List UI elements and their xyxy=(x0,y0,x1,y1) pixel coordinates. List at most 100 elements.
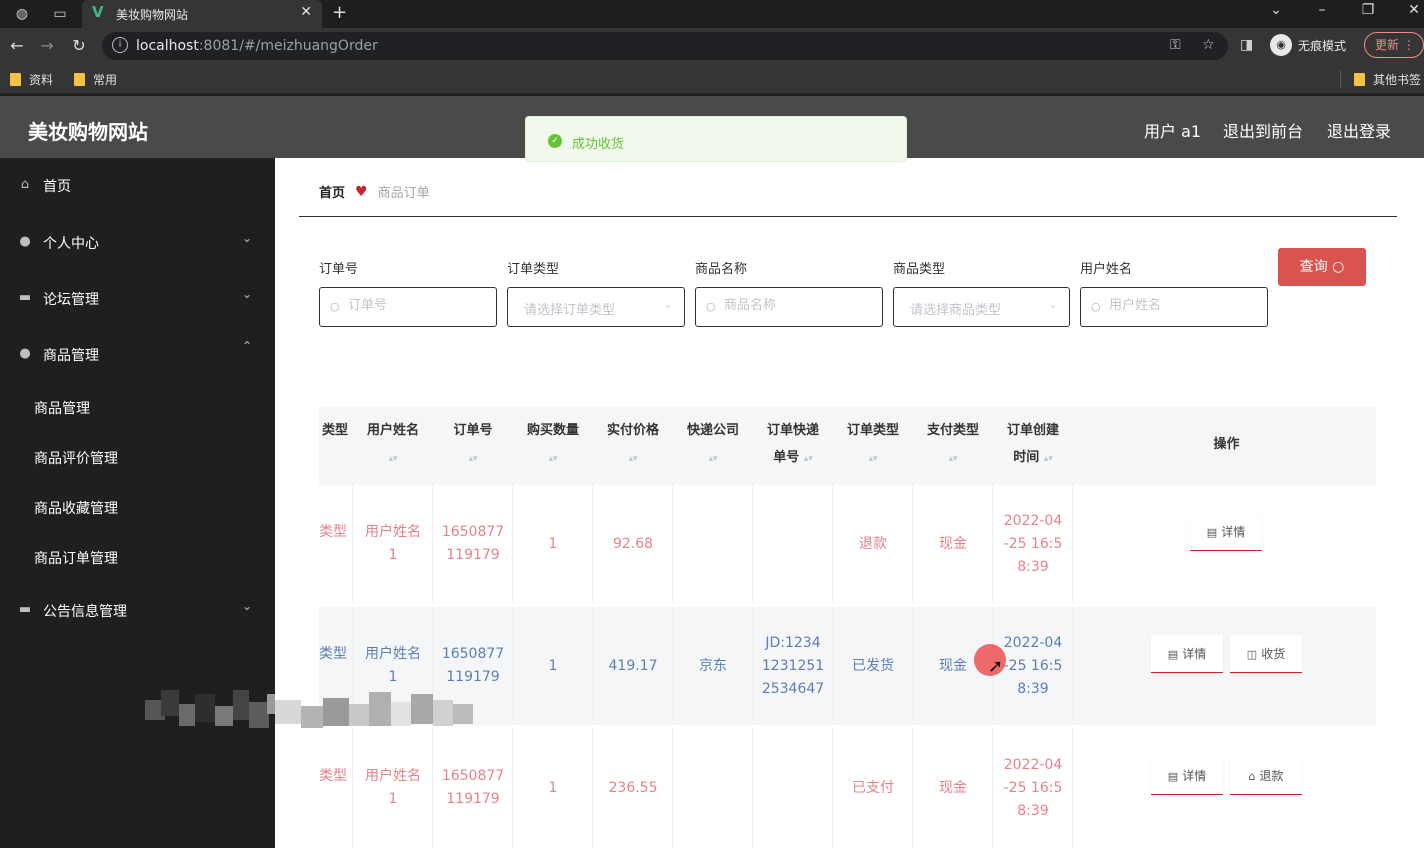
receive-button[interactable]: ◫ 收货 xyxy=(1230,635,1302,673)
success-check-icon: ✓ xyxy=(548,134,562,148)
main-content: 首页 ♥ 商品订单 订单号 ○ 订单类型 请选择订单类型 ⌄ 商品名称 ○ 商品… xyxy=(275,158,1424,848)
star-icon[interactable]: ☆ xyxy=(1202,37,1215,53)
th-courier[interactable]: 快递公司 ▴▾ xyxy=(674,417,752,473)
order-no-input[interactable] xyxy=(348,298,488,313)
detail-button[interactable]: ▤ 详情 xyxy=(1151,635,1223,673)
breadcrumb-home[interactable]: 首页 xyxy=(319,182,345,201)
close-window-icon[interactable]: ✕ xyxy=(1402,2,1424,18)
th-created[interactable]: 订单创建 时间 ▴▾ xyxy=(994,417,1072,473)
breadcrumb-current: 商品订单 xyxy=(377,186,430,201)
notice-icon: ▬ xyxy=(18,602,32,617)
home-icon: ⌂ xyxy=(20,177,30,192)
th-qty[interactable]: 购买数量 ▴▾ xyxy=(514,417,592,473)
cell-qty: 1 xyxy=(548,658,558,674)
goods-icon: ● xyxy=(19,346,31,361)
sidebar-item-personal[interactable]: ● 个人中心 ⌄ xyxy=(0,222,275,262)
user-icon: ● xyxy=(19,234,31,249)
cell-order-type: 已发货 xyxy=(852,658,894,674)
url-text[interactable]: localhost:8081/#/meizhuangOrder xyxy=(136,38,378,54)
sidebar-sub-orders[interactable]: 商品订单管理 xyxy=(34,548,118,568)
cell-user: 用户姓名 1 xyxy=(365,524,421,563)
cell-type: 类型 xyxy=(319,524,347,540)
th-pay-type[interactable]: 支付类型 ▴▾ xyxy=(914,417,992,473)
cell-order-type: 退款 xyxy=(859,536,887,552)
toast-message: 成功收货 xyxy=(572,137,625,152)
restore-icon[interactable]: ❐ xyxy=(1356,2,1380,18)
cell-tracking: JD:1234 1231251 2534647 xyxy=(761,635,825,697)
order-type-select[interactable]: 请选择订单类型 ⌄ xyxy=(507,287,685,327)
table-row: 类型 用户姓名 1 1650877 119179 1 236.55 已支付 现金 2… xyxy=(319,729,1376,847)
receive-icon: ◫ xyxy=(1246,648,1258,661)
sidebar-item-notice[interactable]: ▬ 公告信息管理 ⌄ xyxy=(0,590,275,630)
bookmark-folder[interactable]: 资料 xyxy=(10,71,53,88)
cell-qty: 1 xyxy=(548,780,558,796)
cell-pay-type: 现金 xyxy=(939,780,967,796)
info-icon[interactable]: i xyxy=(112,37,128,53)
window-icon[interactable]: ▭ xyxy=(50,4,70,24)
user-name-input[interactable] xyxy=(1109,298,1249,313)
chevron-down-icon: ⌄ xyxy=(242,287,253,301)
goods-type-select[interactable]: 请选择商品类型 ⌄ xyxy=(893,287,1070,327)
divider xyxy=(299,216,1397,217)
sidebar: ⌂ 首页 ● 个人中心 ⌄ ▬ 论坛管理 ⌄ ● 商品管理 ⌃ 商品管理 商品评… xyxy=(0,158,275,848)
key-icon[interactable]: ⚿ xyxy=(1170,37,1181,53)
th-tracking[interactable]: 订单快递 单号 ▴▾ xyxy=(754,417,832,473)
tab-title: 美妆购物网站 xyxy=(116,8,189,22)
back-icon[interactable]: ← xyxy=(6,36,28,55)
site-title: 美妆购物网站 xyxy=(28,120,148,144)
close-tab-icon[interactable]: ✕ xyxy=(300,4,312,20)
th-price[interactable]: 实付价格 ▴▾ xyxy=(594,417,672,473)
sidebar-sub-goods[interactable]: 商品管理 xyxy=(34,398,90,418)
th-order-no[interactable]: 订单号 ▴▾ xyxy=(434,417,512,473)
update-button[interactable]: 更新 ⋮ xyxy=(1364,32,1424,58)
cell-order-no: 1650877 119179 xyxy=(441,524,505,563)
globe-icon[interactable]: ◍ xyxy=(12,4,32,24)
minimize-icon[interactable]: – xyxy=(1310,2,1334,18)
logout-link[interactable]: 退出登录 xyxy=(1327,118,1391,142)
back-to-front-link[interactable]: 退出到前台 xyxy=(1223,118,1303,142)
success-toast: ✓ 成功收货 xyxy=(525,116,907,162)
sort-icon: ▴▾ xyxy=(548,454,558,464)
sidebar-item-forum[interactable]: ▬ 论坛管理 ⌄ xyxy=(0,278,275,318)
th-order-type[interactable]: 订单类型 ▴▾ xyxy=(834,417,912,473)
search-icon: ○ xyxy=(330,300,340,313)
document-icon: ▤ xyxy=(1206,526,1218,539)
browser-tab-active[interactable]: V 美妆购物网站 ✕ xyxy=(82,0,322,28)
cell-created: 2022-04 -25 16:5 8:39 xyxy=(1003,513,1063,575)
query-button[interactable]: 查询 ○ xyxy=(1278,248,1366,286)
cell-created: 2022-04 -25 16:5 8:39 xyxy=(1003,635,1063,697)
forward-icon[interactable]: → xyxy=(36,36,58,55)
search-icon: ○ xyxy=(1091,300,1101,313)
folder-icon xyxy=(1354,73,1365,86)
sidebar-item-goods[interactable]: ● 商品管理 ⌃ xyxy=(0,334,275,374)
tab-search-icon[interactable]: ⌄ xyxy=(1264,2,1288,18)
sidebar-sub-favorites[interactable]: 商品收藏管理 xyxy=(34,498,118,518)
reload-icon[interactable]: ↻ xyxy=(68,36,90,55)
incognito-icon: ◉ xyxy=(1270,34,1292,56)
th-user[interactable]: 用户姓名 ▴▾ xyxy=(354,417,432,473)
chevron-down-icon: ⌄ xyxy=(663,300,672,311)
sort-icon: ▴▾ xyxy=(628,454,638,464)
refund-button[interactable]: ⌂ 退款 xyxy=(1230,757,1302,795)
bookmarks-bar: 资料 常用 其他书签 xyxy=(0,64,1424,94)
new-tab-icon[interactable]: + xyxy=(332,2,347,23)
cell-user: 用户姓名 1 xyxy=(365,646,421,685)
detail-button[interactable]: ▤ 详情 xyxy=(1151,757,1223,795)
url-bar[interactable]: i localhost:8081/#/meizhuangOrder ⚿ ☆ xyxy=(102,32,1228,60)
table-row: 类型 用户姓名 1 1650877 119179 1 92.68 退款 现金 202… xyxy=(319,485,1376,603)
incognito-indicator[interactable]: ◉ 无痕模式 xyxy=(1270,34,1346,56)
other-bookmarks[interactable]: 其他书签 xyxy=(1354,71,1421,88)
sidebar-icon[interactable]: ◨ xyxy=(1240,37,1253,53)
filter-label-order-no: 订单号 xyxy=(319,262,359,277)
cell-courier: 京东 xyxy=(699,658,727,674)
sort-icon: ▴▾ xyxy=(868,454,878,464)
sidebar-sub-reviews[interactable]: 商品评价管理 xyxy=(34,448,118,468)
bookmark-folder[interactable]: 常用 xyxy=(74,71,117,88)
table-header: 类型 用户姓名 ▴▾ 订单号 ▴▾ 购买数量 ▴▾ 实付价格 ▴▾ 快递公司 ▴▾ 订单快… xyxy=(319,407,1376,485)
filter-label-order-type: 订单类型 xyxy=(507,262,560,277)
sidebar-item-home[interactable]: ⌂ 首页 xyxy=(0,165,275,205)
sort-icon: ▴▾ xyxy=(1043,454,1053,464)
detail-button[interactable]: ▤ 详情 xyxy=(1190,513,1262,551)
cell-type: 类型 xyxy=(319,646,347,662)
goods-name-input[interactable] xyxy=(724,298,864,313)
